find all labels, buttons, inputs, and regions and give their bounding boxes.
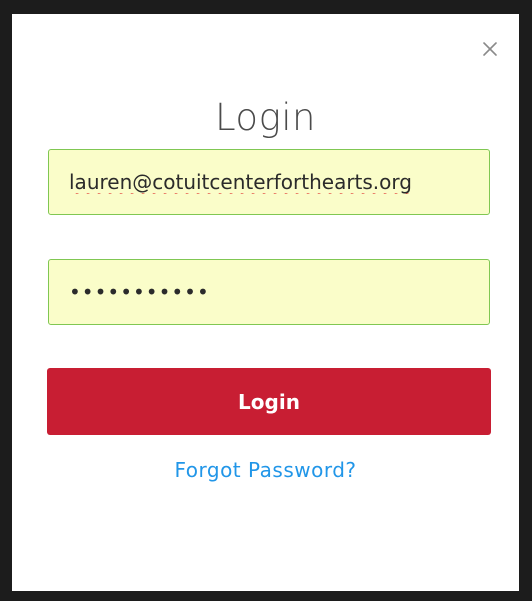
password-field[interactable] — [48, 259, 490, 325]
login-button[interactable]: Login — [47, 368, 491, 435]
close-icon[interactable] — [478, 37, 502, 61]
forgot-password-link[interactable]: Forgot Password? — [12, 456, 519, 484]
login-modal: Login Login Forgot Password? — [12, 14, 519, 591]
email-field[interactable] — [48, 149, 490, 215]
close-button[interactable] — [478, 37, 502, 61]
modal-title: Login — [214, 96, 317, 139]
